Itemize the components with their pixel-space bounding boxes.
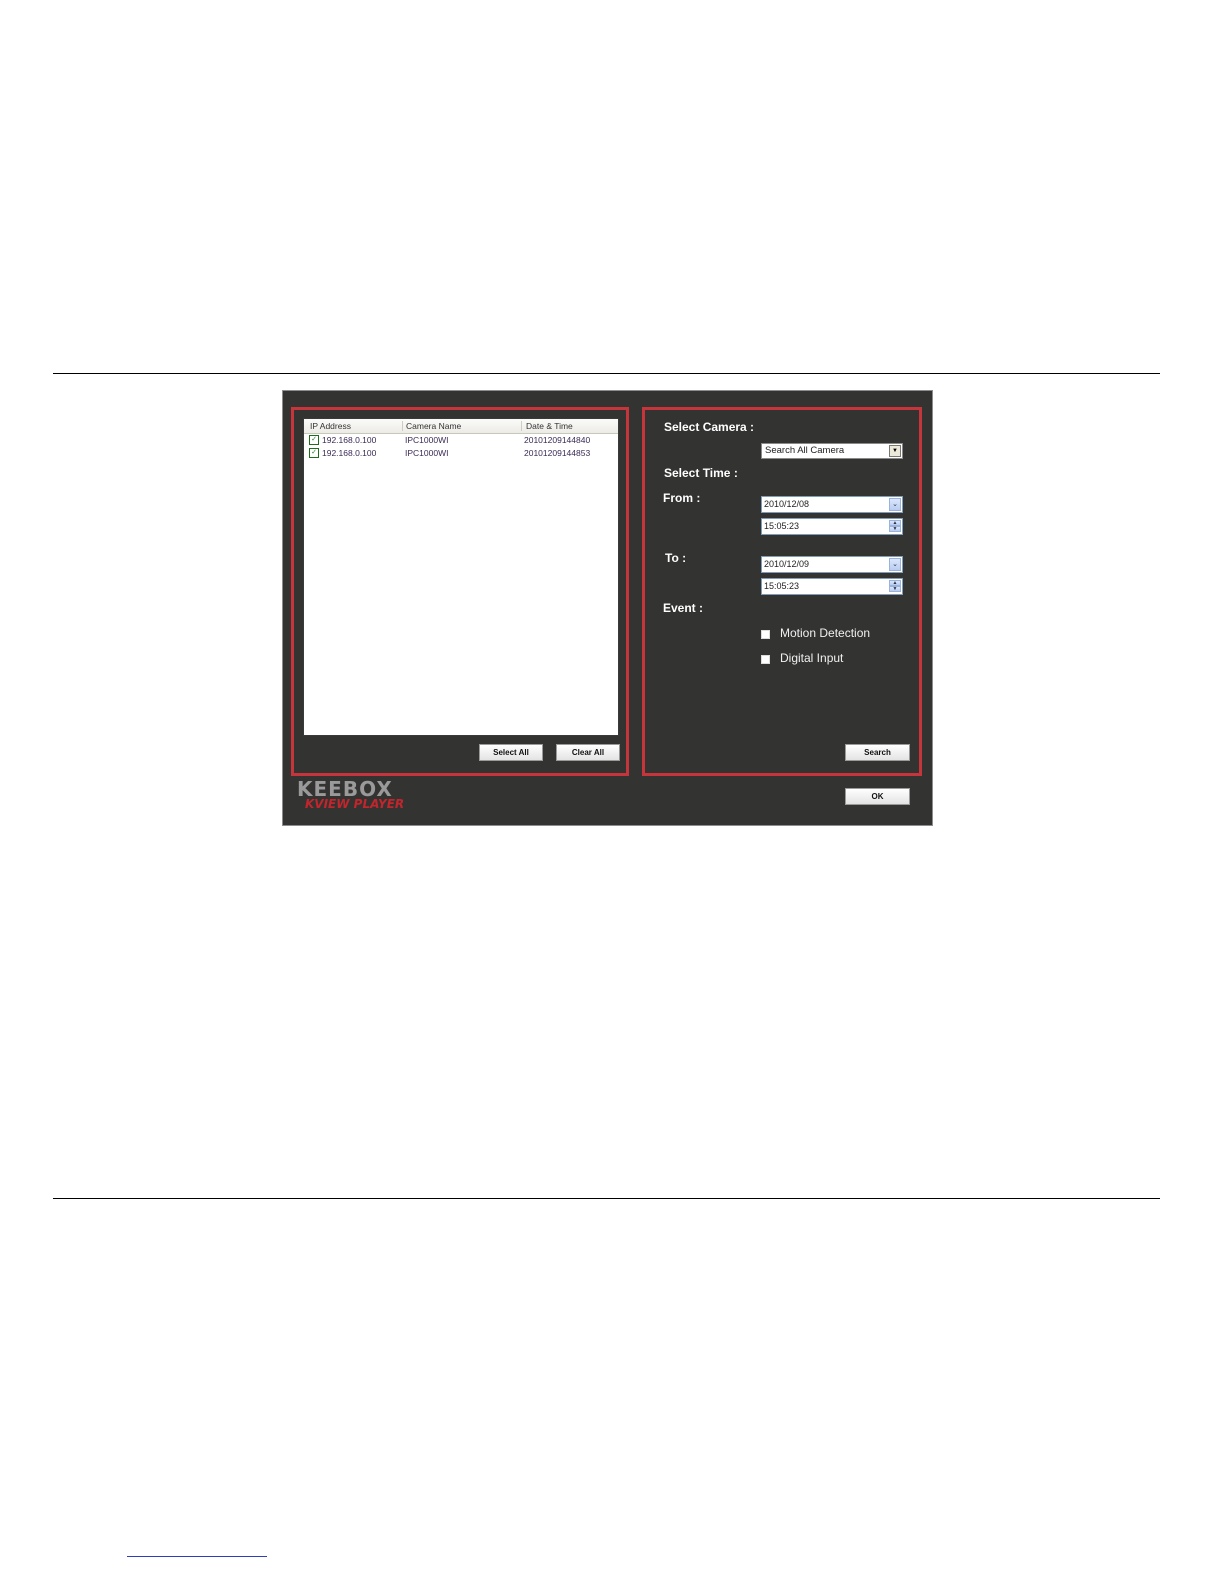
list-row[interactable]: ✓ 192.168.0.100 IPC1000WI 20101209144853 — [304, 447, 618, 459]
select-camera-label: Select Camera : — [664, 420, 755, 434]
digital-input-checkbox[interactable] — [761, 655, 770, 664]
kview-search-window: IP Address Camera Name Date & Time ✓ 192… — [282, 390, 933, 826]
kview-player-logo: KVIEW PLAYER — [305, 797, 405, 811]
results-panel: IP Address Camera Name Date & Time ✓ 192… — [291, 407, 629, 776]
list-header: IP Address Camera Name Date & Time — [304, 419, 618, 434]
footer-link-underline[interactable] — [127, 1556, 267, 1557]
row-ip: 192.168.0.100 — [322, 435, 377, 445]
to-date-picker[interactable]: 2010/12/09 ⌄ — [761, 556, 903, 573]
event-label: Event : — [663, 601, 704, 615]
list-row[interactable]: ✓ 192.168.0.100 IPC1000WI 20101209144840 — [304, 434, 618, 446]
chevron-down-icon[interactable]: ▼ — [889, 445, 901, 457]
recording-list[interactable]: IP Address Camera Name Date & Time ✓ 192… — [303, 418, 619, 736]
select-all-button[interactable]: Select All — [479, 744, 543, 761]
column-header-ip[interactable]: IP Address — [310, 421, 351, 431]
chevron-down-icon[interactable]: ⌄ — [889, 558, 901, 571]
row-camera: IPC1000WI — [405, 435, 449, 445]
column-header-camera[interactable]: Camera Name — [406, 421, 461, 431]
from-date-picker[interactable]: 2010/12/08 ⌄ — [761, 496, 903, 513]
chevron-down-icon[interactable]: ⌄ — [889, 498, 901, 511]
to-date-value: 2010/12/09 — [764, 559, 810, 569]
select-time-label: Select Time : — [664, 466, 738, 480]
from-date-value: 2010/12/08 — [764, 499, 810, 509]
digital-input-label[interactable]: Digital Input — [780, 651, 843, 665]
camera-select[interactable]: Search All Camera ▼ — [761, 443, 903, 459]
search-button[interactable]: Search — [845, 744, 910, 761]
clear-all-button[interactable]: Clear All — [556, 744, 620, 761]
from-label: From : — [663, 491, 701, 505]
top-divider — [53, 373, 1160, 374]
search-panel: Select Camera : Search All Camera ▼ Sele… — [642, 407, 922, 776]
spin-arrows-icon[interactable]: ▲ ▼ — [889, 580, 901, 593]
row-datetime: 20101209144840 — [524, 435, 591, 445]
spin-arrows-icon[interactable]: ▲ ▼ — [889, 520, 901, 533]
from-time-spinner[interactable]: 15:05:23 ▲ ▼ — [761, 518, 903, 535]
row-checkbox[interactable]: ✓ — [309, 435, 319, 445]
bottom-divider — [53, 1198, 1160, 1199]
to-time-spinner[interactable]: 15:05:23 ▲ ▼ — [761, 578, 903, 595]
row-datetime: 20101209144853 — [524, 448, 591, 458]
camera-select-value: Search All Camera — [765, 445, 845, 456]
motion-detection-label[interactable]: Motion Detection — [780, 626, 870, 640]
row-ip: 192.168.0.100 — [322, 448, 377, 458]
ok-button[interactable]: OK — [845, 788, 910, 805]
column-header-datetime[interactable]: Date & Time — [526, 421, 573, 431]
row-checkbox[interactable]: ✓ — [309, 448, 319, 458]
to-time-value: 15:05:23 — [764, 581, 800, 591]
row-camera: IPC1000WI — [405, 448, 449, 458]
to-label: To : — [665, 551, 687, 565]
motion-detection-checkbox[interactable] — [761, 630, 770, 639]
from-time-value: 15:05:23 — [764, 521, 800, 531]
